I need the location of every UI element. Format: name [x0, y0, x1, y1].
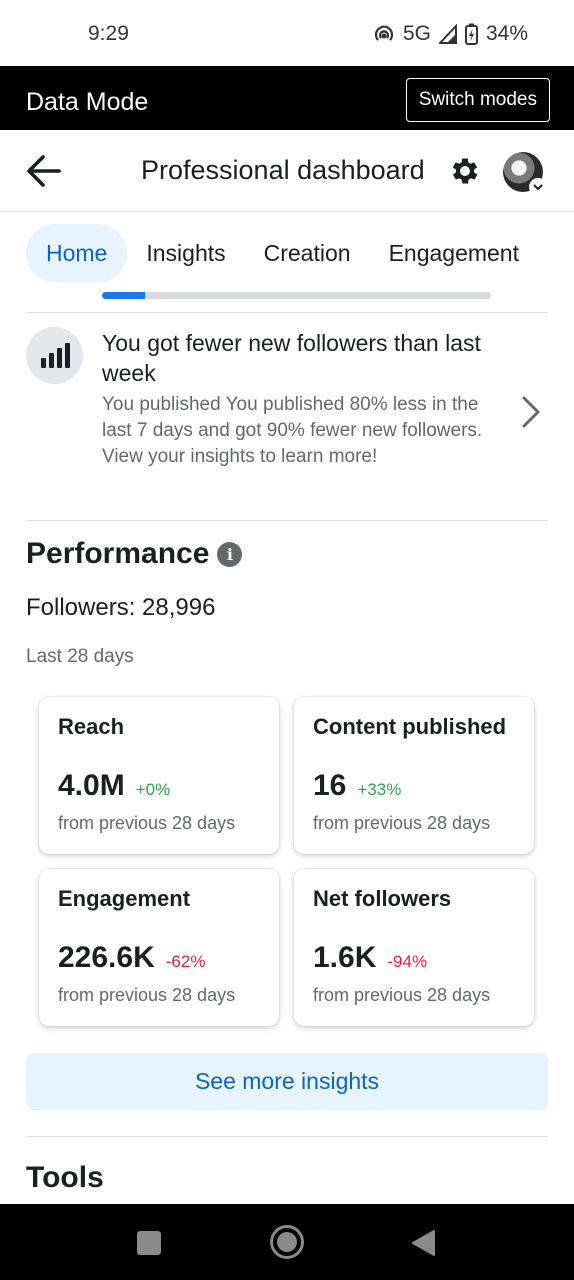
tab-creation[interactable]: Creation: [245, 224, 370, 282]
info-icon[interactable]: i: [217, 541, 243, 567]
switch-modes-button[interactable]: Switch modes: [405, 78, 550, 122]
metric-label: Engagement: [58, 886, 191, 911]
metric-value-row: 16 +33%: [313, 769, 401, 803]
bar-chart-icon: [26, 327, 83, 384]
divider: [26, 312, 548, 313]
metric-card-engagement[interactable]: Engagement 226.6K -62% from previous 28 …: [39, 869, 279, 1026]
system-nav-bar: [0, 1204, 574, 1280]
performance-heading: Performance i: [26, 537, 243, 571]
tools-title: Tools: [26, 1161, 104, 1194]
data-mode-label: Data Mode: [26, 88, 149, 116]
status-time: 9:29: [88, 22, 129, 45]
avatar[interactable]: [503, 152, 547, 196]
divider: [26, 520, 548, 521]
back-arrow-icon[interactable]: [26, 154, 62, 193]
metric-delta: +33%: [357, 780, 402, 799]
back-triangle-icon[interactable]: [410, 1229, 436, 1262]
tab-engagement[interactable]: Engagement: [370, 224, 538, 282]
metric-delta: -62%: [165, 952, 206, 971]
tab-insights[interactable]: Insights: [127, 224, 244, 282]
metric-value-row: 1.6K -94%: [313, 941, 427, 975]
see-more-insights-button[interactable]: See more insights: [26, 1053, 548, 1110]
metric-value: 4.0M: [58, 769, 125, 802]
status-indicators: 5G 34%: [373, 22, 528, 46]
tab-bar: Home Insights Creation Engagement: [26, 224, 538, 282]
hotspot-icon: [373, 23, 395, 45]
home-icon[interactable]: [270, 1225, 304, 1259]
metric-value: 226.6K: [58, 941, 155, 974]
page-title: Professional dashboard: [141, 155, 425, 185]
metric-delta: -94%: [387, 952, 428, 971]
gear-icon[interactable]: [448, 154, 482, 193]
divider: [26, 1136, 548, 1137]
chevron-right-icon[interactable]: [520, 395, 542, 434]
insight-title[interactable]: You got fewer new followers than last we…: [102, 328, 502, 388]
metric-value: 16: [313, 769, 347, 802]
data-mode-banner: Data Mode Switch modes: [0, 66, 574, 130]
signal-icon: [438, 24, 457, 44]
followers-count: Followers: 28,996: [26, 594, 216, 621]
metric-value: 1.6K: [313, 941, 377, 974]
metric-card-net-followers[interactable]: Net followers 1.6K -94% from previous 28…: [294, 869, 534, 1026]
network-label: 5G: [402, 22, 431, 45]
insight-body: You published You published 80% less in …: [102, 394, 483, 467]
metric-comparison: from previous 28 days: [313, 985, 491, 1005]
metric-label: Reach: [58, 714, 125, 739]
performance-title: Performance: [26, 537, 210, 570]
carousel-progress-fill: [102, 292, 145, 299]
battery-level: 34%: [485, 22, 528, 45]
date-range: Last 28 days: [26, 646, 134, 667]
metric-delta: +0%: [135, 780, 171, 799]
metric-label: Net followers: [313, 886, 452, 911]
battery-icon: [464, 23, 478, 45]
metric-comparison: from previous 28 days: [58, 813, 236, 833]
metric-value-row: 4.0M +0%: [58, 769, 170, 803]
status-bar: 9:29 5G 34%: [0, 0, 574, 66]
chevron-down-icon: [529, 178, 547, 196]
metric-label: Content published: [313, 714, 507, 739]
metric-value-row: 226.6K -62%: [58, 941, 205, 975]
recents-icon[interactable]: [137, 1231, 161, 1255]
metric-comparison: from previous 28 days: [58, 985, 236, 1005]
metric-comparison: from previous 28 days: [313, 813, 491, 833]
carousel-progress: [102, 292, 491, 299]
home-icon-dot: [277, 1232, 297, 1252]
metric-card-content-published[interactable]: Content published 16 +33% from previous …: [294, 697, 534, 854]
metric-card-reach[interactable]: Reach 4.0M +0% from previous 28 days: [39, 697, 279, 854]
tab-home[interactable]: Home: [26, 224, 128, 282]
app-header: Professional dashboard: [0, 130, 574, 212]
